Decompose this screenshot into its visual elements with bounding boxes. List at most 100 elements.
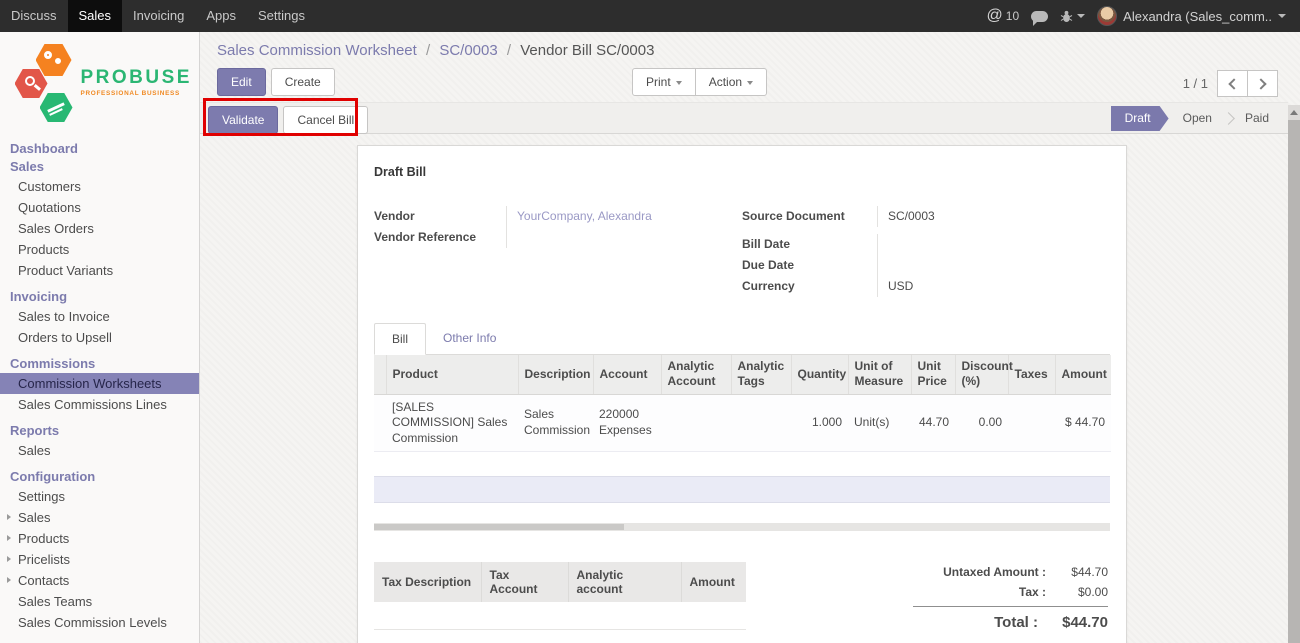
sidebar-item-sales-commissions-lines[interactable]: Sales Commissions Lines	[0, 394, 199, 415]
sidebar-item-sales-to-invoice[interactable]: Sales to Invoice	[0, 306, 199, 327]
col-header-handle	[374, 355, 386, 394]
sidebar-section-reports[interactable]: Reports	[0, 422, 199, 440]
sidebar-item-sales-orders[interactable]: Sales Orders	[0, 218, 199, 239]
taxes-empty-row	[374, 602, 746, 629]
sidebar-item-dashboard[interactable]: Dashboard	[0, 140, 199, 158]
due-date-label: Due Date	[742, 255, 877, 276]
tools-hexagon-icon	[40, 93, 73, 122]
debug-menu[interactable]	[1060, 10, 1085, 23]
gear-hexagon-icon	[36, 44, 72, 76]
print-label: Print	[646, 75, 671, 89]
nav-invoicing[interactable]: Invoicing	[122, 0, 195, 32]
edit-button[interactable]: Edit	[217, 68, 266, 96]
total-label: Total :	[994, 614, 1038, 631]
field-vendor-reference: Vendor Reference	[374, 227, 742, 248]
cell-quantity: 1.000	[791, 394, 848, 452]
sidebar-item-products[interactable]: Products	[0, 239, 199, 260]
pager-next-button[interactable]	[1247, 70, 1278, 97]
col-header-tax-description: Tax Description	[374, 562, 481, 602]
nav-settings[interactable]: Settings	[247, 0, 316, 32]
expand-caret-icon	[7, 514, 11, 520]
pager-previous-button[interactable]	[1217, 70, 1248, 97]
untaxed-amount-label: Untaxed Amount :	[943, 565, 1046, 579]
scroll-up-button[interactable]	[1288, 105, 1300, 120]
sidebar-item-settings[interactable]: Settings	[0, 486, 199, 507]
sidebar-section-sales[interactable]: Sales	[0, 158, 199, 176]
sidebar-item-product-variants[interactable]: Product Variants	[0, 260, 199, 281]
nav-apps[interactable]: Apps	[195, 0, 247, 32]
col-header-tax-amount: Amount	[681, 562, 746, 602]
lines-header-row: Product Description Account Analytic Acc…	[374, 355, 1111, 394]
nav-sales[interactable]: Sales	[68, 0, 123, 32]
sidebar-item-pricelists[interactable]: Pricelists	[0, 549, 199, 570]
currency-value: USD	[877, 276, 1110, 297]
expand-caret-icon	[7, 556, 11, 562]
nav-discuss[interactable]: Discuss	[0, 0, 68, 32]
status-open[interactable]: Open	[1169, 106, 1226, 131]
scrollbar-thumb[interactable]	[374, 524, 624, 530]
sidebar-section-commissions[interactable]: Commissions	[0, 355, 199, 373]
sidebar-item-config-products[interactable]: Products	[0, 528, 199, 549]
table-row[interactable]: [SALES COMMISSION] Sales Commission Sale…	[374, 394, 1111, 452]
sidebar-item-sales-commission-levels[interactable]: Sales Commission Levels	[0, 612, 199, 633]
sidebar-item-commission-worksheets[interactable]: Commission Worksheets	[0, 373, 199, 394]
cell-uom: Unit(s)	[848, 394, 911, 452]
scroll-up-icon	[1290, 110, 1298, 115]
chat-icon[interactable]	[1031, 11, 1048, 22]
breadcrumb-separator: /	[502, 42, 516, 59]
mention-icon: @	[987, 7, 1003, 25]
tax-row: Tax : $0.00	[913, 582, 1108, 602]
col-header-analytic-account: Analytic Account	[661, 355, 731, 394]
main-content: Sales Commission Worksheet / SC/0003 / V…	[200, 32, 1300, 643]
horizontal-scrollbar[interactable]	[374, 523, 1110, 531]
pager-value: 1 / 1	[1183, 76, 1208, 91]
sidebar-item-config-sales[interactable]: Sales	[0, 507, 199, 528]
user-avatar	[1097, 6, 1117, 26]
col-header-discount: Discount (%)	[955, 355, 1008, 394]
cell-product: [SALES COMMISSION] Sales Commission	[386, 394, 518, 452]
cell-description: Sales Commission	[518, 394, 593, 452]
empty-list-row	[374, 476, 1110, 503]
field-group-right: Source Document SC/0003 Bill Date Due Da…	[742, 206, 1110, 297]
cell-handle	[374, 394, 386, 452]
sidebar-section-invoicing[interactable]: Invoicing	[0, 288, 199, 306]
breadcrumb-record-link[interactable]: SC/0003	[439, 42, 497, 59]
field-vendor: Vendor YourCompany, Alexandra	[374, 206, 742, 227]
col-header-description: Description	[518, 355, 593, 394]
vendor-value[interactable]: YourCompany, Alexandra	[506, 206, 742, 227]
breadcrumb: Sales Commission Worksheet / SC/0003 / V…	[217, 42, 654, 59]
cell-taxes	[1008, 394, 1055, 452]
tax-value: $0.00	[1046, 585, 1108, 599]
caret-down-icon	[747, 81, 753, 85]
create-button[interactable]: Create	[271, 68, 335, 96]
cancel-bill-button[interactable]: Cancel Bill	[283, 106, 368, 134]
sidebar-item-orders-to-upsell[interactable]: Orders to Upsell	[0, 327, 199, 348]
action-button[interactable]: Action	[695, 68, 767, 96]
tab-bill[interactable]: Bill	[374, 323, 426, 355]
sidebar-item-quotations[interactable]: Quotations	[0, 197, 199, 218]
print-button[interactable]: Print	[632, 68, 696, 96]
validate-button[interactable]: Validate	[208, 106, 278, 134]
status-draft[interactable]: Draft	[1111, 106, 1169, 131]
user-menu[interactable]: Alexandra (Sales_comm..	[1097, 6, 1286, 26]
bill-date-value	[877, 234, 1110, 255]
vertical-scrollbar[interactable]	[1288, 105, 1300, 643]
sidebar-item-customers[interactable]: Customers	[0, 176, 199, 197]
status-paid[interactable]: Paid	[1231, 106, 1283, 131]
mention-counter[interactable]: @ 10	[987, 7, 1020, 25]
sidebar-item-contacts[interactable]: Contacts	[0, 570, 199, 591]
vendor-label: Vendor	[374, 206, 506, 227]
untaxed-amount-value: $44.70	[1046, 565, 1108, 579]
tab-other-info[interactable]: Other Info	[426, 323, 513, 354]
probuse-logo: PROBUSE PROFESSIONAL BUSINESS	[14, 42, 186, 124]
source-document-value: SC/0003	[877, 206, 1110, 227]
scrollbar-thumb[interactable]	[1288, 120, 1300, 643]
sidebar-item-sales-teams[interactable]: Sales Teams	[0, 591, 199, 612]
sidebar-section-configuration[interactable]: Configuration	[0, 468, 199, 486]
col-header-amount: Amount	[1055, 355, 1111, 394]
breadcrumb-worksheets-link[interactable]: Sales Commission Worksheet	[217, 42, 417, 59]
col-header-tax-account: Tax Account	[481, 562, 568, 602]
sidebar-item-reports-sales[interactable]: Sales	[0, 440, 199, 461]
expand-caret-icon	[7, 577, 11, 583]
expand-caret-icon	[7, 535, 11, 541]
